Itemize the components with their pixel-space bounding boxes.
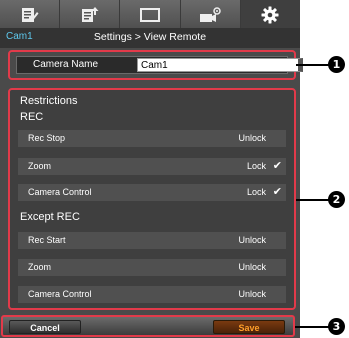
settings-panel: Cam1 Settings > View Remote Camera Name … bbox=[0, 0, 303, 338]
tab-document-upload[interactable] bbox=[60, 0, 121, 30]
callout-number-3: 3 bbox=[328, 318, 345, 335]
callout-line-1 bbox=[296, 64, 329, 66]
callout-number-2: 2 bbox=[328, 191, 345, 208]
page-header: Cam1 Settings > View Remote bbox=[0, 28, 300, 48]
row-label: Zoom bbox=[28, 262, 52, 272]
row-label: Zoom bbox=[28, 161, 52, 171]
tab-document-edit[interactable] bbox=[0, 0, 61, 30]
document-upload-icon bbox=[81, 7, 99, 23]
tab-monitor[interactable] bbox=[120, 0, 181, 30]
camera-name-section: Camera Name bbox=[8, 50, 303, 80]
setting-row-except-rec-start[interactable]: Rec Start Unlock bbox=[18, 232, 286, 249]
callout-line-2 bbox=[296, 199, 329, 201]
row-label: Camera Control bbox=[28, 187, 92, 197]
setting-row-rec-camera-control[interactable]: Camera Control Lock ✔ bbox=[18, 184, 286, 201]
cancel-button[interactable]: Cancel bbox=[9, 320, 81, 334]
gear-icon bbox=[261, 6, 279, 24]
callout-line-3 bbox=[295, 326, 329, 328]
save-button[interactable]: Save bbox=[213, 320, 285, 334]
row-value: Unlock bbox=[238, 262, 266, 272]
row-value: Lock bbox=[246, 187, 266, 197]
camera-name-row: Camera Name bbox=[16, 56, 303, 74]
monitor-icon bbox=[140, 8, 160, 22]
page-title: Settings > View Remote bbox=[93, 31, 207, 43]
document-edit-icon bbox=[21, 7, 39, 23]
setting-row-except-camera-control[interactable]: Camera Control Unlock bbox=[18, 286, 286, 303]
callout-number-1: 1 bbox=[328, 56, 345, 73]
row-value: Lock bbox=[246, 161, 266, 171]
setting-row-rec-zoom[interactable]: Zoom Lock ✔ bbox=[18, 158, 286, 175]
checkmark-icon: ✔ bbox=[272, 186, 282, 198]
row-value: Unlock bbox=[238, 235, 266, 245]
camera-name-input[interactable] bbox=[137, 58, 303, 72]
restrictions-section: Restrictions REC Rec Stop Unlock Zoom Lo… bbox=[8, 88, 296, 310]
setting-row-rec-stop[interactable]: Rec Stop Unlock bbox=[18, 130, 286, 147]
rec-title: REC bbox=[20, 111, 44, 123]
row-label: Rec Stop bbox=[28, 133, 66, 143]
restrictions-title: Restrictions bbox=[20, 95, 78, 107]
footer-bar: Cancel Save bbox=[1, 315, 295, 337]
camera-settings-icon bbox=[199, 7, 221, 23]
camera-name-label: Camera Name bbox=[33, 59, 99, 70]
tab-bar bbox=[0, 0, 301, 30]
except-rec-title: Except REC bbox=[20, 211, 80, 223]
row-value: Unlock bbox=[238, 289, 266, 299]
checkmark-icon: ✔ bbox=[272, 160, 282, 172]
row-value: Unlock bbox=[238, 133, 266, 143]
row-label: Rec Start bbox=[28, 235, 66, 245]
tab-camera-settings[interactable] bbox=[180, 0, 241, 30]
row-label: Camera Control bbox=[28, 289, 92, 299]
tab-settings[interactable] bbox=[240, 0, 301, 30]
setting-row-except-zoom[interactable]: Zoom Unlock bbox=[18, 259, 286, 276]
